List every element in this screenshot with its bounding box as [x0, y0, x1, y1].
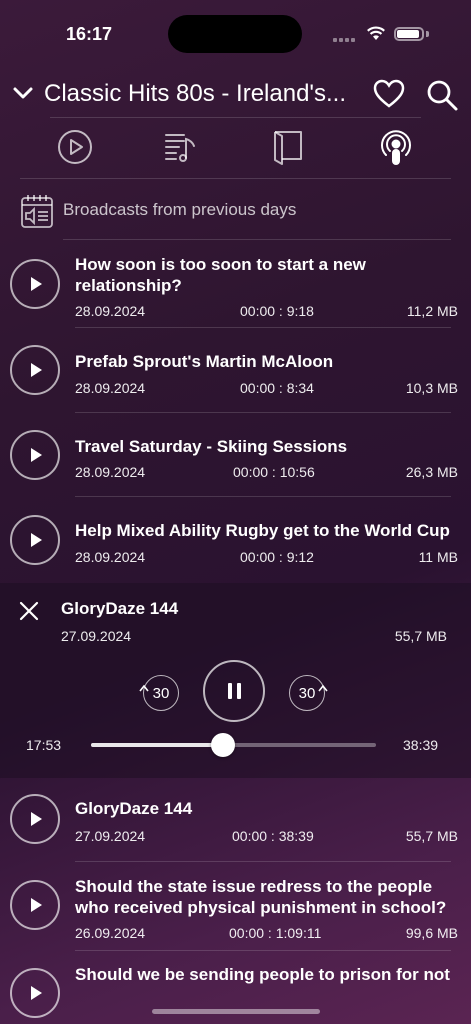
episode-title[interactable]: Should the state issue redress to the pe…: [75, 876, 460, 918]
episode-duration: 00:00 : 10:56: [233, 464, 315, 480]
close-icon[interactable]: [18, 600, 40, 622]
episode-title[interactable]: GloryDaze 144: [75, 798, 455, 819]
episode-duration: 00:00 : 9:12: [240, 549, 314, 565]
episode-date: 28.09.2024: [75, 303, 146, 319]
header-divider: [50, 117, 421, 118]
episode-duration: 00:00 : 8:34: [240, 380, 314, 396]
episode-date: 26.09.2024: [75, 925, 146, 941]
now-playing-title: GloryDaze 144: [61, 599, 179, 618]
play-tab-icon[interactable]: [55, 127, 95, 167]
section-title: Broadcasts from previous days: [63, 200, 297, 219]
podcast-tab-icon[interactable]: [376, 127, 416, 167]
episode-date: 28.09.2024: [75, 549, 146, 565]
episode-size: 99,6 MB: [405, 925, 458, 941]
search-icon[interactable]: [425, 78, 459, 112]
episode-size: 10,3 MB: [405, 380, 458, 396]
play-episode-button[interactable]: [10, 794, 60, 844]
dynamic-island: [168, 15, 302, 53]
station-title[interactable]: Classic Hits 80s - Ireland's...: [44, 80, 349, 108]
home-indicator: [152, 1009, 320, 1014]
playlist-music-tab-icon[interactable]: [162, 127, 202, 167]
status-time: 16:17: [66, 24, 113, 44]
episode-size: 26,3 MB: [405, 464, 458, 480]
pause-button[interactable]: [203, 660, 265, 722]
play-episode-button[interactable]: [10, 880, 60, 930]
now-playing-size: 55,7 MB: [394, 628, 447, 644]
episode-size: 11 MB: [418, 549, 458, 565]
play-episode-button[interactable]: [10, 345, 60, 395]
play-episode-button[interactable]: [10, 515, 60, 565]
episode-size: 11,2 MB: [406, 303, 458, 319]
rewind-arrow-icon: [139, 684, 149, 692]
calendar-broadcast-icon: [21, 195, 53, 228]
play-episode-button[interactable]: [10, 259, 60, 309]
forward-arrow-icon: [318, 684, 328, 692]
cellular-signal-icon: [333, 37, 359, 43]
now-playing-date: 27.09.2024: [61, 628, 132, 644]
episode-duration: 00:00 : 1:09:11: [229, 925, 322, 941]
episode-title[interactable]: Travel Saturday - Skiing Sessions: [75, 436, 455, 457]
episode-title[interactable]: Should we be sending people to prison fo…: [75, 964, 460, 985]
book-tab-icon[interactable]: [268, 127, 308, 167]
play-episode-button[interactable]: [10, 968, 60, 1018]
chevron-down-icon[interactable]: [12, 84, 34, 102]
total-time: 38:39: [403, 737, 439, 753]
play-episode-button[interactable]: [10, 430, 60, 480]
episode-title[interactable]: Prefab Sprout's Martin McAloon: [75, 351, 455, 372]
battery-icon: [394, 27, 424, 41]
rewind-30-label: 30: [152, 684, 170, 702]
episode-title[interactable]: Help Mixed Ability Rugby get to the Worl…: [75, 520, 455, 541]
episode-date: 28.09.2024: [75, 464, 146, 480]
forward-30-label: 30: [298, 684, 316, 702]
elapsed-time: 17:53: [26, 737, 62, 753]
favorite-heart-icon[interactable]: [372, 78, 406, 110]
episode-duration: 00:00 : 9:18: [240, 303, 314, 319]
progress-slider-thumb[interactable]: [210, 733, 235, 757]
episode-size: 55,7 MB: [405, 828, 458, 844]
wifi-icon: [367, 26, 385, 40]
episode-title[interactable]: How soon is too soon to start a new rela…: [75, 254, 455, 296]
tabs-divider: [20, 178, 451, 179]
episode-date: 27.09.2024: [75, 828, 146, 844]
episode-date: 28.09.2024: [75, 380, 146, 396]
episode-duration: 00:00 : 38:39: [232, 828, 314, 844]
